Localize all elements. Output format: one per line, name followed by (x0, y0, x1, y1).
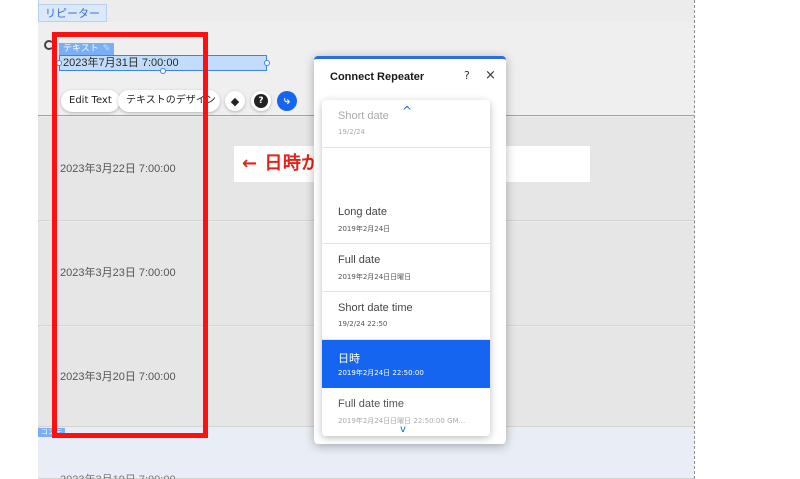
close-icon[interactable]: × (485, 68, 496, 83)
connect-data-icon[interactable]: ⤷ (277, 91, 297, 111)
help-button[interactable]: ? (251, 91, 271, 111)
resize-handle-right[interactable] (264, 60, 270, 66)
help-icon: ? (254, 94, 268, 108)
panel-help-icon[interactable]: ? (464, 69, 470, 82)
canvas-boundary-line (694, 0, 695, 479)
format-option-short-date[interactable]: ^ Short date 19/2/24 (322, 100, 490, 148)
format-option-short-date-time[interactable]: Short date time 19/2/24 22:50 (322, 292, 490, 340)
format-option-long-date[interactable]: Long date 2019年2月24日 (322, 196, 490, 244)
animation-icon[interactable]: ◆ (225, 91, 245, 111)
format-option-datetime-selected[interactable]: 日時 2019年2月24日 22:50:00 (322, 340, 490, 388)
chevron-down-icon[interactable]: v (400, 424, 406, 435)
repeater-tag[interactable]: リピーター (38, 4, 107, 22)
format-option-full-date-time[interactable]: Full date time 2019年2月24日日曜日 22:50:00 GM… (322, 388, 490, 436)
highlight-frame (52, 32, 208, 438)
chevron-up-icon[interactable]: ^ (402, 104, 412, 118)
date-format-dropdown[interactable]: ^ Short date 19/2/24 Long date 2019年2月24… (322, 100, 490, 436)
item-date-text[interactable]: 2023年3月19日 7:00:00 (60, 471, 176, 479)
format-option-full-date[interactable]: Full date 2019年2月24日日曜日 (322, 244, 490, 292)
panel-title: Connect Repeater (330, 71, 425, 83)
